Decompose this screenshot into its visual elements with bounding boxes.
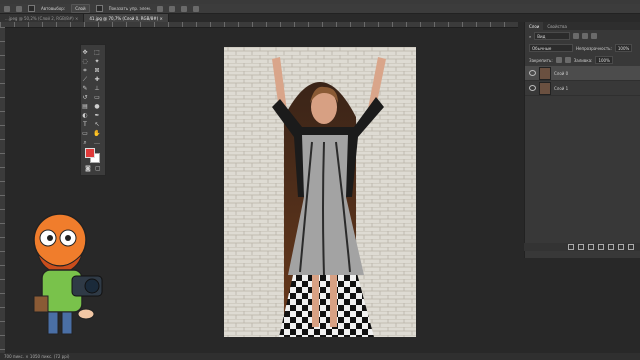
type-tool-icon[interactable]: T [81,121,89,128]
magic-wand-icon[interactable]: ✦ [93,58,101,65]
fx-icon[interactable] [578,244,584,250]
brush-tool-icon[interactable]: ✎ [81,85,89,92]
opacity-field[interactable]: 100% [614,44,633,52]
ruler-vertical[interactable] [0,27,5,353]
gradient-tool-icon[interactable]: ▤ [81,103,89,110]
trash-icon[interactable] [628,244,634,250]
search-icon: ⌕ [529,33,532,39]
visibility-eye-icon[interactable] [529,70,536,76]
layers-panel: Слои Свойства ⌕ Вид Обычные Непрозрачнос… [524,22,640,258]
autoselect-dropdown[interactable]: Слой [71,4,90,13]
align-icon[interactable] [181,5,188,12]
lock-label: Закрепить: [529,57,553,63]
distribute-icon[interactable] [193,5,200,12]
layer-row[interactable]: Слой 1 [525,81,640,96]
frame-tool-icon[interactable]: ⊠ [93,67,101,74]
path-select-icon[interactable]: ↖ [93,121,101,128]
foreground-color-swatch[interactable] [85,148,95,158]
hand-tool-icon[interactable]: ✋ [93,130,101,137]
opacity-label: Непрозрачность: [576,45,612,51]
more-tools-icon[interactable]: … [93,139,101,146]
layer-thumbnail [539,81,551,95]
layer-row[interactable]: Слой 0 [525,66,640,81]
marquee-tool-icon[interactable]: ⬚ [93,49,101,56]
photo-content [224,47,416,337]
options-bar: Автовыбор: Слой Показать упр. элем. [0,4,640,14]
filter-type-icon[interactable] [591,33,598,39]
visibility-eye-icon[interactable] [529,85,536,91]
autoselect-checkbox[interactable] [28,5,35,12]
move-tool-icon[interactable]: ✥ [81,49,89,56]
status-bar: 700 пикс. × 1050 пикс. (72 ppi) [0,353,640,360]
align-icon[interactable] [157,5,164,12]
tools-panel: ✥ ⬚ ◌ ✦ ⌗ ⊠ ⟋ ✚ ✎ ⊥ ↺ ▭ ▤ ● ◐ ✒ T ↖ ▭ ✋ ⌕ … ◙ ▢ [80,44,106,176]
adjustment-icon[interactable] [598,244,604,250]
tab-layers[interactable]: Слои [525,22,544,30]
lock-row: Закрепить: Заливка: 100% [525,54,640,66]
pen-tool-icon[interactable]: ✒ [93,112,101,119]
blur-tool-icon[interactable]: ● [93,103,101,110]
link-icon[interactable] [568,244,574,250]
show-controls-label: Показать упр. элем. [108,6,152,11]
dodge-tool-icon[interactable]: ◐ [81,112,89,119]
blend-row: Обычные Непрозрачность: 100% [525,42,640,54]
lock-pixels-icon[interactable] [555,57,562,63]
blend-mode-dropdown[interactable]: Обычные [529,44,573,52]
panel-tabs: Слои Свойства [525,22,640,30]
fill-label: Заливка: [573,57,593,63]
tab-document-2[interactable]: 41.jpg @ 70,7% (Слой 0, RGB/8#) × [84,14,169,22]
canvas-image[interactable] [224,47,416,337]
zoom-tool-icon[interactable]: ⌕ [81,139,89,146]
status-text: 700 пикс. × 1050 пикс. (72 ppi) [4,354,70,359]
eyedropper-icon[interactable]: ⟋ [81,76,89,83]
ruler-horizontal[interactable] [0,22,518,28]
stamp-tool-icon[interactable]: ⊥ [93,85,101,92]
eraser-icon[interactable]: ▭ [93,94,101,101]
lasso-tool-icon[interactable]: ◌ [81,58,89,65]
lock-position-icon[interactable] [564,57,571,63]
healing-brush-icon[interactable]: ✚ [93,76,101,83]
filter-pixel-icon[interactable] [573,33,580,39]
document-tabs: ...jpeg @ 50,2% (Слой 2, RGB/8#) × 41.jp… [0,14,640,22]
layers-panel-footer [524,243,640,251]
new-layer-icon[interactable] [618,244,624,250]
tab-properties[interactable]: Свойства [543,22,571,30]
filter-row: ⌕ Вид [525,30,640,42]
layer-name: Слой 0 [554,70,569,76]
align-icon[interactable] [169,5,176,12]
autoselect-label: Автовыбор: [41,6,66,11]
layer-name: Слой 1 [554,85,569,91]
shape-tool-icon[interactable]: ▭ [81,130,89,137]
layer-filter-dropdown[interactable]: Вид [534,32,571,40]
group-icon[interactable] [608,244,614,250]
mask-icon[interactable] [588,244,594,250]
layer-thumbnail [539,66,551,80]
tab-document-1[interactable]: ...jpeg @ 50,2% (Слой 2, RGB/8#) × [0,14,85,22]
fill-field[interactable]: 100% [595,56,613,64]
screen-mode-icon[interactable]: ▢ [95,165,101,172]
home-icon[interactable] [4,5,10,12]
quick-mask-icon[interactable]: ◙ [85,165,91,172]
filter-adjust-icon[interactable] [582,33,589,39]
move-tool-icon[interactable] [16,5,22,12]
mascot-illustration [33,213,103,335]
show-controls-checkbox[interactable] [95,5,103,12]
history-brush-icon[interactable]: ↺ [81,94,89,101]
crop-tool-icon[interactable]: ⌗ [81,67,89,74]
